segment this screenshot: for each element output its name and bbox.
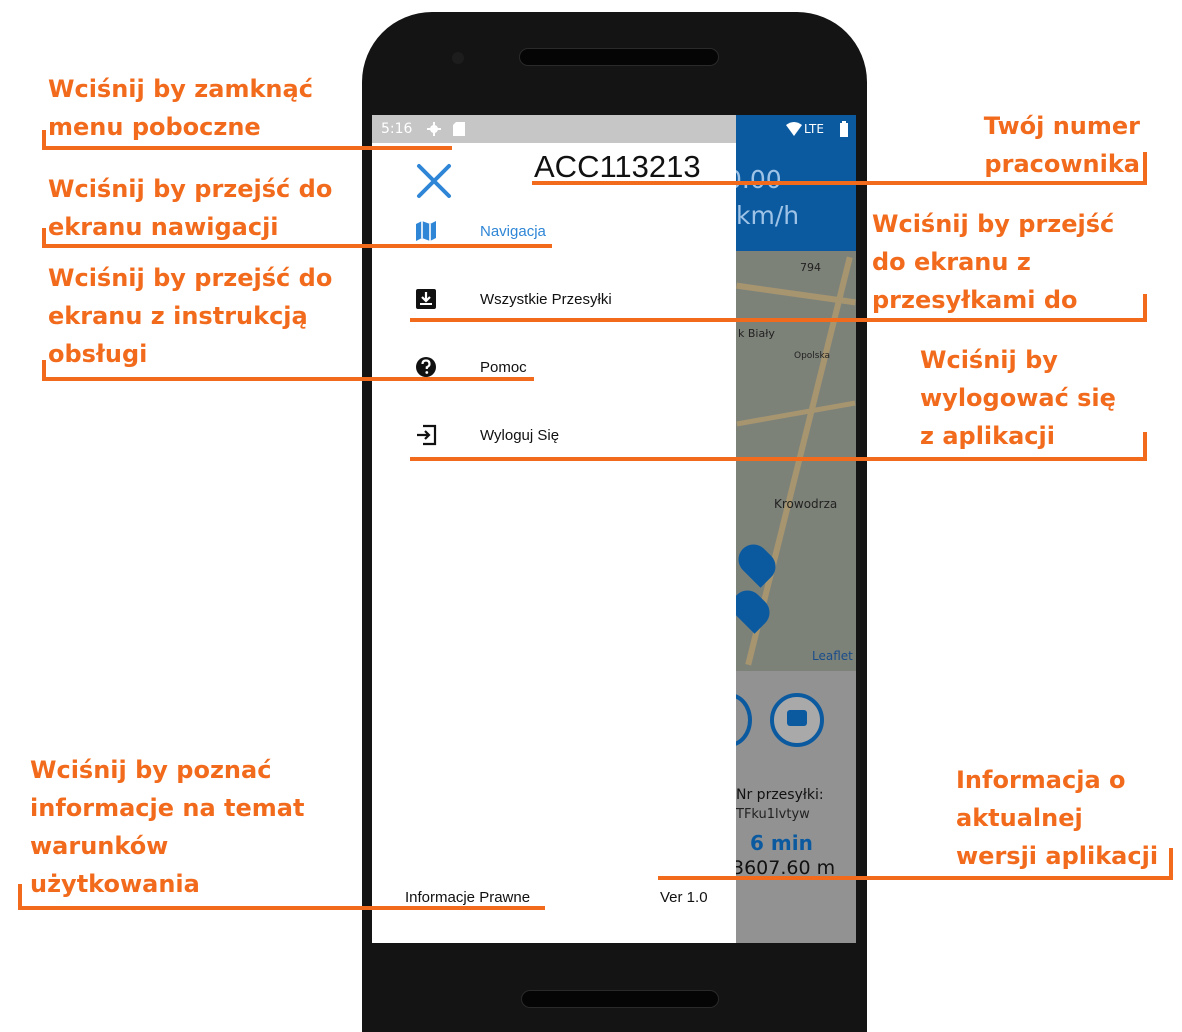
annotation-line-version-tick: [1169, 848, 1173, 880]
phone-screen: 0.00 km/h 794 k Biały Opolska Krowodrza …: [372, 115, 856, 943]
front-camera: [452, 52, 464, 64]
annotation-text: pracownika: [984, 150, 1140, 178]
annotation-line-legal: [18, 906, 545, 910]
shipment-number-label: Nr przesyłki:: [736, 787, 824, 803]
menu-item-all-shipments[interactable]: Wszystkie Przesyłki: [372, 279, 736, 319]
menu-item-label: Navigacja: [480, 223, 546, 240]
annotation-help: Wciśnij by przejść do ekranu z instrukcj…: [48, 259, 332, 373]
menu-item-label: Wszystkie Przesyłki: [480, 291, 612, 308]
legal-info-link[interactable]: Informacje Prawne: [405, 889, 530, 906]
menu-item-help[interactable]: Pomoc: [372, 347, 736, 387]
speed-value: 0.00: [736, 165, 782, 194]
eta-value: 6 min: [750, 831, 813, 855]
annotation-legal: Wciśnij by poznać informacje na temat wa…: [30, 751, 304, 903]
annotation-text: ekranu z instrukcją: [48, 302, 308, 330]
annotation-text: Wciśnij by przejść: [872, 210, 1115, 238]
annotation-text: do ekranu z: [872, 248, 1031, 276]
annotation-text: informacje na temat: [30, 794, 305, 822]
map-label: Opolska: [794, 351, 831, 361]
annotation-line-logout-tick: [1143, 432, 1147, 461]
annotation-line-logout: [410, 457, 1147, 461]
earpiece-speaker: [519, 48, 719, 66]
annotation-navigation: Wciśnij by przejść do ekranu nawigacji: [48, 170, 332, 246]
battery-icon: [840, 121, 848, 137]
app-version: Ver 1.0: [660, 889, 708, 906]
annotation-line-help-tick: [42, 360, 46, 380]
annotation-version: Informacja o aktualnej wersji aplikacji: [956, 761, 1158, 875]
speed-panel: 0.00 km/h: [736, 143, 856, 251]
annotation-logout: Wciśnij by wylogować się z aplikacji: [920, 341, 1116, 455]
annotation-line-close-menu-tick: [42, 130, 46, 150]
annotation-text: Informacja o: [956, 766, 1126, 794]
chat-icon: [787, 710, 807, 726]
call-button[interactable]: [736, 693, 752, 747]
annotation-line-navigation-tick: [42, 228, 46, 248]
annotation-text: Twój numer: [983, 112, 1140, 140]
annotation-text: użytkowania: [30, 870, 200, 898]
shipment-panel: Nr przesyłki: TFku1lvtyw 6 min 3607.60 m: [736, 671, 856, 943]
annotation-text: obsługi: [48, 340, 148, 368]
annotation-text: Wciśnij by poznać: [30, 756, 272, 784]
annotation-text: Wciśnij by przejść do: [48, 264, 333, 292]
annotation-text: wylogować się: [920, 384, 1116, 412]
annotation-text: aktualnej: [956, 804, 1083, 832]
annotation-line-shipments-tick: [1143, 294, 1147, 322]
help-circle-icon: [416, 357, 436, 377]
logout-icon: [417, 424, 437, 446]
map-road: [736, 400, 856, 427]
menu-item-logout[interactable]: Wyloguj Się: [372, 415, 736, 455]
annotation-text: z aplikacji: [920, 422, 1055, 450]
map-label: 794: [800, 261, 821, 274]
side-drawer: ACC113213 Navigacja Wszystkie Przesyłki: [372, 143, 736, 943]
annotation-line-help: [42, 377, 534, 381]
annotation-line-legal-tick: [18, 884, 22, 910]
annotation-shipments: Wciśnij by przejść do ekranu z przesyłka…: [872, 205, 1114, 319]
status-time: 5:16: [381, 121, 413, 137]
sd-card-icon: [453, 122, 465, 136]
annotation-text: wersji aplikacji: [956, 842, 1159, 870]
menu-item-label: Pomoc: [480, 359, 527, 376]
annotation-close-menu: Wciśnij by zamknąć menu poboczne: [48, 70, 313, 146]
network-type: LTE: [804, 122, 824, 136]
annotation-text: ekranu nawigacji: [48, 213, 279, 241]
annotation-text: Wciśnij by zamknąć: [48, 75, 313, 103]
bottom-speaker: [521, 990, 719, 1008]
menu-item-label: Wyloguj Się: [480, 427, 560, 444]
shipment-marker-icon[interactable]: [736, 584, 776, 634]
status-bar-right: LTE: [736, 115, 856, 143]
map-icon: [416, 221, 436, 241]
annotation-text: Wciśnij by przejść do: [48, 175, 333, 203]
annotation-text: menu poboczne: [48, 113, 261, 141]
annotation-text: Wciśnij by: [920, 346, 1058, 374]
map-label: Krowodrza: [774, 497, 838, 511]
wifi-icon: [786, 122, 802, 136]
chat-button[interactable]: [770, 693, 824, 747]
map-label: k Biały: [738, 327, 775, 340]
annotation-line-employee-number-tick: [1143, 152, 1147, 185]
background-navigation-screen: 0.00 km/h 794 k Biały Opolska Krowodrza …: [736, 143, 856, 943]
inbox-download-icon: [416, 289, 436, 309]
map-attribution[interactable]: Leaflet: [812, 649, 853, 663]
map-view[interactable]: 794 k Biały Opolska Krowodrza Leaflet: [736, 251, 856, 671]
settings-icon: [427, 122, 441, 136]
annotation-line-version: [658, 876, 1173, 880]
annotation-employee-number: Twój numer pracownika: [984, 107, 1140, 183]
annotation-text: warunków: [30, 832, 169, 860]
speed-unit: km/h: [736, 201, 800, 230]
close-icon[interactable]: [416, 163, 452, 199]
annotation-line-close-menu: [42, 146, 452, 150]
employee-id: ACC113213: [534, 149, 701, 184]
shipment-number: TFku1lvtyw: [736, 807, 810, 822]
annotation-text: przesyłkami do: [872, 286, 1078, 314]
